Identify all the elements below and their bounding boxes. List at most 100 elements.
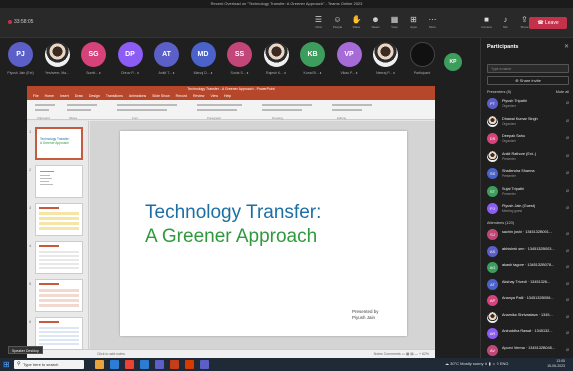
windows-taskbar: ⊞ ⚲ Type here to search ☁ 30°C Mostly su…: [0, 358, 573, 371]
slide-thumbnail[interactable]: [35, 279, 83, 312]
avatar: AV: [487, 344, 498, 356]
participant-avatar[interactable]: [373, 42, 398, 67]
slide-thumbnail[interactable]: [35, 203, 83, 236]
participant-row[interactable]: AV Apurvi Verma · 1345132B045... ⌀: [487, 344, 571, 358]
participant-row[interactable]: DS Deepak Sahu Organizer ⌀: [487, 132, 571, 146]
meeting-tools: ☰ Chat ☺ People ✋ Raise ☻ React ▦ View ⊞ Apps ⋯ More: [312, 10, 439, 34]
share-invite-button[interactable]: ⊕ Share invite: [487, 76, 569, 85]
toolbar-view-button[interactable]: ▦ View: [388, 10, 401, 34]
toolbar-label: Raise: [352, 25, 361, 29]
participant-row[interactable]: AG akash tagore · 1345132B078... ⌀: [487, 261, 571, 275]
toolbar-react-button[interactable]: ☻ React: [369, 10, 382, 34]
control-label: Mic: [503, 25, 508, 29]
mic-muted-icon: ⌀: [565, 205, 569, 211]
leave-button[interactable]: ☎ Leave: [529, 17, 567, 29]
mute-all-button[interactable]: Mute all: [556, 90, 569, 94]
windows-start-icon[interactable]: ⊞: [3, 360, 10, 369]
slide-thumbnail[interactable]: [35, 241, 83, 274]
participant-role: Presenter: [502, 174, 516, 178]
mic-button[interactable]: ♪ Mic: [499, 10, 512, 34]
edge-icon[interactable]: [110, 360, 119, 369]
toolbar-chat-button[interactable]: ☰ Chat: [312, 10, 325, 34]
toolbar-label: View: [391, 25, 398, 29]
participant-row[interactable]: PJ Piyush Jain (Guest) Meeting guest ⌀: [487, 202, 571, 216]
slide-presenter: Presented by Piyush Jain: [352, 309, 379, 320]
toolbar-more-button[interactable]: ⋯ More: [426, 10, 439, 34]
participant-tile[interactable]: KP: [434, 48, 472, 76]
teams-icon[interactable]: [155, 360, 164, 369]
participant-avatar[interactable]: AT: [154, 42, 179, 67]
toolbar-label: More: [429, 25, 436, 29]
participant-row[interactable]: Dhawal Kumar Singh Organizer ⌀: [487, 115, 571, 129]
participant-avatar: KP: [444, 53, 462, 71]
participant-row[interactable]: SS Shailendra Sharma Presenter ⌀: [487, 167, 571, 181]
toolbar-raise-hand-button[interactable]: ✋ Raise: [350, 10, 363, 34]
participant-avatar[interactable]: DP: [117, 42, 143, 67]
powerpoint-icon[interactable]: [170, 360, 179, 369]
taskbar-clock[interactable]: 13:05 15-06-2023: [547, 359, 565, 369]
avatar: SS: [487, 168, 498, 179]
current-slide[interactable]: Technology Transfer: A Greener Approach …: [120, 131, 407, 336]
participant-avatar[interactable]: [44, 42, 70, 67]
participant-avatar[interactable]: MD: [190, 42, 216, 67]
mic-muted-icon: ⌀: [565, 280, 569, 287]
camera-button[interactable]: ■ Camera: [480, 10, 493, 34]
participant-row[interactable]: Anamika Shrivastava · 1345... ⌀: [487, 311, 571, 325]
participant-row[interactable]: AR Aniruddha Rawat · 1345132... ⌀: [487, 327, 571, 341]
teams-meeting-icon[interactable]: [200, 360, 209, 369]
notes-placeholder[interactable]: Click to add notes: [97, 352, 125, 356]
participant-name: Akshay Trivedi · 13451326...: [502, 279, 551, 284]
toolbar-label: People: [332, 25, 343, 29]
close-icon[interactable]: ✕: [564, 43, 569, 50]
slide-thumbnail[interactable]: [35, 165, 83, 198]
participant-avatar[interactable]: VP: [336, 42, 362, 67]
participant-avatar[interactable]: KB: [300, 42, 325, 67]
participant-avatar[interactable]: PJ: [8, 42, 33, 67]
attendees-section-header[interactable]: Attendees (120): [487, 221, 514, 225]
taskbar-search-input[interactable]: ⚲ Type here to search: [14, 360, 84, 369]
chrome-icon[interactable]: [125, 360, 134, 369]
mic-icon: ♪: [503, 15, 508, 24]
meeting-timer: 33:58:05: [8, 19, 33, 25]
participant-avatar[interactable]: [409, 42, 435, 67]
participant-name: Vikas P... ♦: [340, 71, 358, 75]
participant-row[interactable]: AT Akshay Trivedi · 13451326... ⌀: [487, 278, 571, 292]
toolbar-people-button[interactable]: ☺ People: [331, 10, 344, 34]
participant-row[interactable]: ST Sujal Tripathi Presenter ⌀: [487, 185, 571, 199]
mic-muted-icon: ⌀: [565, 297, 569, 303]
participant-row[interactable]: SJ sachin joshi · 1345132B001... ⌀: [487, 228, 571, 242]
participant-name: Piyush Tripathi: [502, 99, 527, 103]
ppt-status-bar: Click to add notes Notes Comments ▭ ▦ ▤ …: [27, 349, 435, 358]
more-icon: ⋯: [428, 15, 437, 24]
participant-search-input[interactable]: Type a name: [487, 64, 569, 73]
file-explorer-icon[interactable]: [95, 360, 104, 369]
ribbon-group-label: Paragraph: [207, 116, 222, 120]
participant-name: Sonia S... ♦: [230, 71, 249, 75]
mic-muted-icon: ⌀: [565, 346, 569, 353]
participant-name: Sujal Tripathi: [502, 186, 524, 191]
participant-row[interactable]: AS abhishek sen · 1345132B003... ⌀: [487, 245, 571, 259]
participant-avatar[interactable]: [263, 42, 289, 67]
raise-hand-icon: ✋: [351, 15, 362, 24]
participant-row[interactable]: Ankit Rathore (Ext..) Presenter ⌀: [487, 150, 571, 164]
participant-row[interactable]: PT Piyush Tripathi Organizer ⌀: [487, 97, 571, 111]
avatar: AS: [487, 245, 498, 257]
taskbar-apps: [95, 360, 209, 369]
mic-muted-icon: ⌀: [565, 264, 569, 270]
slide-thumbnail[interactable]: Technology Transfer: A Greener Approach: [35, 127, 83, 160]
system-tray[interactable]: ☁ 30°C Mostly sunny ∧ ▮ ☼ ◊ ENG: [445, 361, 509, 366]
toolbar-apps-button[interactable]: ⊞ Apps: [407, 10, 420, 34]
ribbon-group-label: Drawing: [272, 116, 284, 120]
participant-avatar[interactable]: SS: [227, 42, 252, 67]
ppt-title-bar: Technology Transfer - A Greener Approach…: [27, 86, 435, 94]
participant-avatar[interactable]: SG: [81, 42, 106, 67]
presenters-section-header[interactable]: Presenters (8): [487, 90, 511, 94]
word-icon[interactable]: [140, 360, 149, 369]
participant-row[interactable]: AP Ananya Patil · 1345132B056... ⌀: [487, 294, 571, 308]
participant-role: Meeting guest: [502, 209, 523, 213]
office-icon[interactable]: [185, 360, 194, 369]
mic-muted-icon: ⌀: [565, 100, 569, 106]
view-controls[interactable]: Notes Comments ▭ ▦ ▤ — + 62%: [374, 352, 429, 356]
control-label: Camera: [481, 25, 492, 29]
participant-role: Presenter: [502, 156, 516, 161]
